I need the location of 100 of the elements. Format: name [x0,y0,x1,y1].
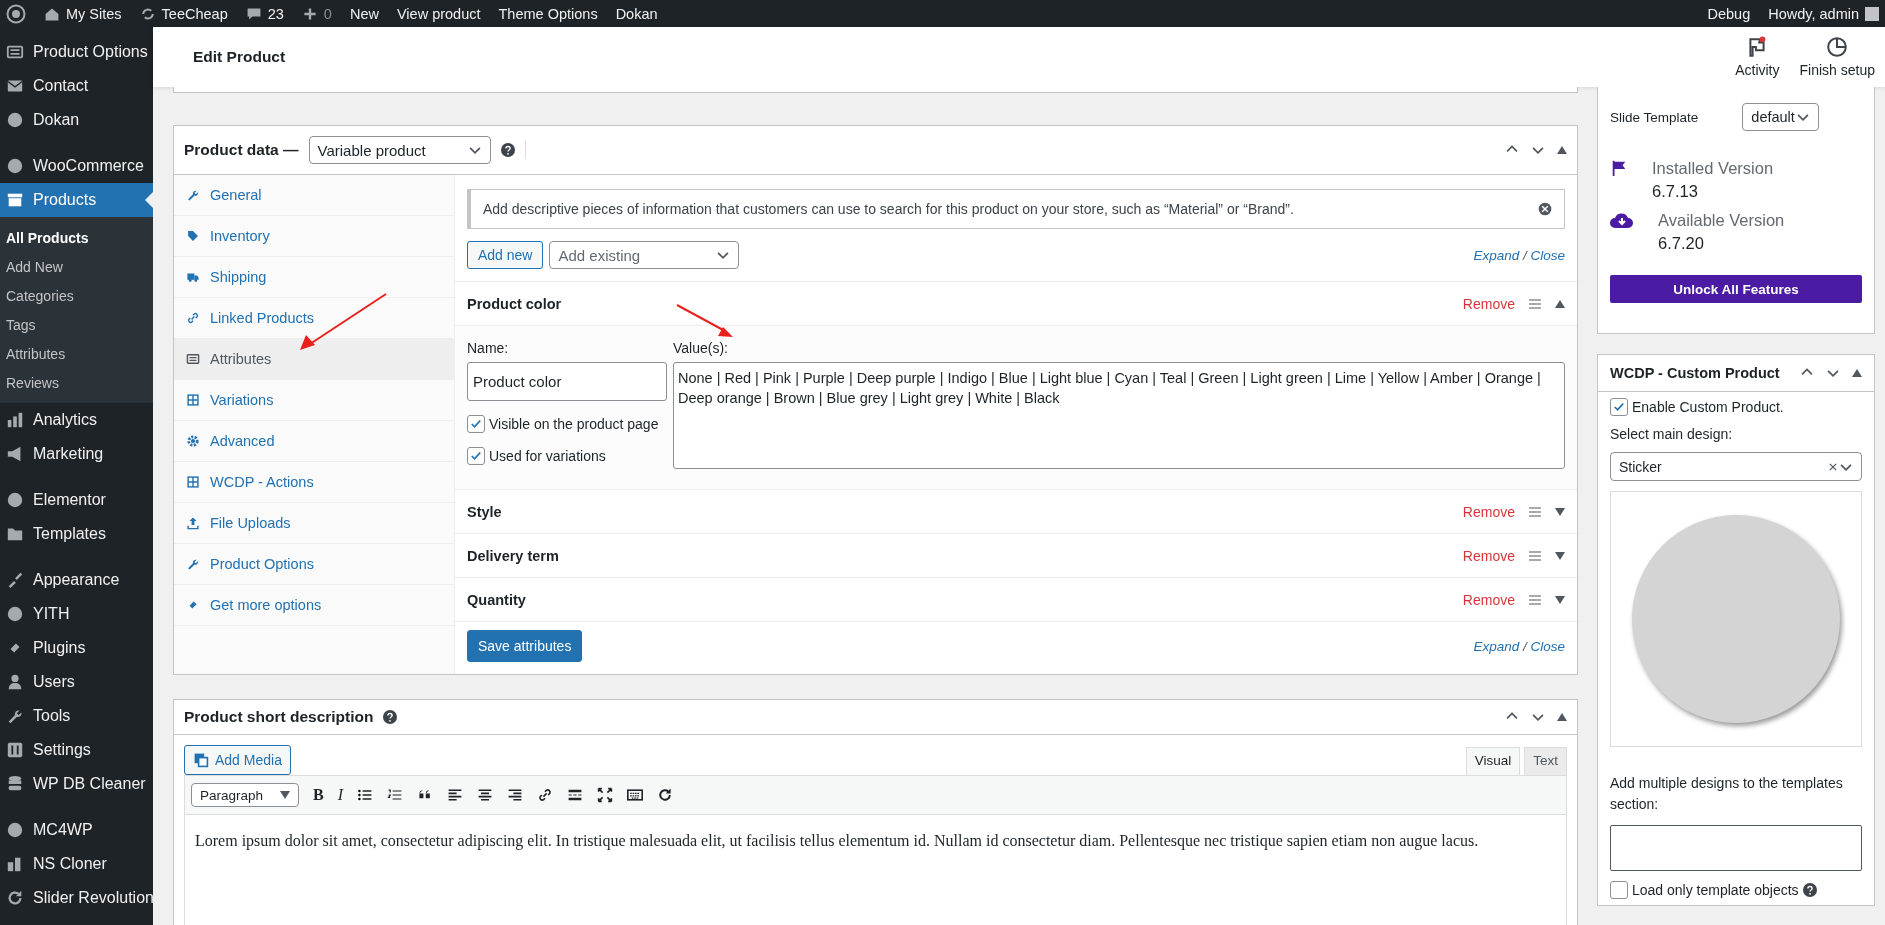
fullscreen-icon[interactable] [597,787,613,803]
help-icon[interactable] [383,710,398,724]
toggle-icon[interactable] [1555,507,1565,516]
sidebar-item[interactable]: MC4WP [0,813,153,847]
align-center-icon[interactable] [477,787,493,803]
drag-handle-icon[interactable] [1529,594,1541,605]
submenu-item[interactable]: All Products [0,223,153,252]
collapse-icon[interactable] [1557,146,1567,154]
product-data-tab[interactable]: Variations [174,380,454,421]
checkbox[interactable] [467,447,485,465]
submenu-item[interactable]: Tags [0,310,153,339]
editor-tab[interactable]: Visual [1465,747,1521,775]
sidebar-item[interactable]: Marketing [0,437,153,471]
product-data-tab[interactable]: General [174,175,454,216]
sidebar-item[interactable]: Tools [0,699,153,733]
sidebar-item[interactable]: Products [0,183,153,217]
design-select[interactable]: Sticker [1610,452,1862,481]
sidebar-item[interactable]: NS Cloner [0,847,153,881]
product-data-tab[interactable]: Product Options [174,544,454,585]
sidebar-item[interactable]: WooCommerce [0,149,153,183]
expand-link[interactable]: Expand [1473,247,1520,263]
sidebar-item[interactable]: Contact [0,69,153,103]
close-icon[interactable] [1538,202,1552,216]
remove-link[interactable]: Remove [1462,591,1515,608]
editor-tab[interactable]: Text [1524,747,1567,775]
attribute-name[interactable]: Quantity [467,591,1449,608]
sidebar-item[interactable]: Settings [0,733,153,767]
header-action[interactable]: Finish setup [1789,27,1885,87]
sidebar-item[interactable]: YITH [0,597,153,631]
drag-handle-icon[interactable] [1529,550,1541,561]
link-icon[interactable] [537,787,553,803]
admin-bar-item[interactable]: Howdy, admin [1768,5,1879,22]
add-media-button[interactable]: Add Media [184,745,291,775]
product-data-tab[interactable]: Shipping [174,257,454,298]
align-right-icon[interactable] [507,787,523,803]
product-data-tab[interactable]: WCDP - Actions [174,462,454,503]
attribute-name[interactable]: Product color [467,295,1449,312]
clear-icon[interactable] [1829,462,1837,471]
product-data-tab[interactable]: Advanced [174,421,454,462]
admin-bar-item[interactable]: TeeCheap [139,5,228,22]
toggle-icon[interactable] [1555,299,1565,308]
submenu-item[interactable]: Reviews [0,368,153,397]
caret-icon[interactable] [280,791,290,799]
admin-bar-item[interactable]: Debug [1707,5,1751,22]
admin-bar-item[interactable]: New [349,5,379,22]
admin-bar-item[interactable]: My Sites [44,5,122,22]
collapse-icon[interactable] [1557,713,1567,721]
refresh-icon[interactable] [657,787,673,803]
sidebar-item[interactable]: WP DB Cleaner [0,767,153,801]
help-icon[interactable] [500,143,515,157]
more-icon[interactable] [567,787,583,803]
sidebar-item[interactable]: Elementor [0,483,153,517]
sidebar-item[interactable]: Plugins [0,631,153,665]
sidebar-item[interactable]: Dokan [0,103,153,137]
submenu-item[interactable]: Categories [0,281,153,310]
toggle-icon[interactable] [1555,551,1565,560]
sidebar-item[interactable]: Appearance [0,563,153,597]
values-field[interactable]: None | Red | Pink | Purple | Deep purple | Indigo | Blue | Light blue | Cyan | Teal | Green | Light green | Lime | Yellow | Amber | Orange | Deep orange | Brown | Blue grey | Light grey | White | Black [673,362,1565,469]
slide-template-select[interactable]: default [1742,103,1820,131]
bullet-list-icon[interactable] [357,787,373,803]
admin-bar-item[interactable]: 0 [301,5,332,22]
checkbox[interactable] [1610,881,1628,899]
admin-bar-item[interactable]: Theme Options [498,5,598,22]
align-left-icon[interactable] [447,787,463,803]
add-existing-select[interactable]: Add existing [549,241,740,269]
attribute-name[interactable]: Style [467,503,1449,520]
checkbox[interactable] [467,415,485,433]
collapse-icon[interactable] [1852,369,1862,377]
product-data-tab[interactable]: Inventory [174,216,454,257]
sidebar-item[interactable]: Slider Revolution [0,881,153,915]
drag-handle-icon[interactable] [1529,298,1541,309]
checkbox[interactable] [1610,398,1628,416]
sidebar-item[interactable]: Analytics [0,403,153,437]
editor-content[interactable]: Lorem ipsum dolor sit amet, consectetur adipiscing elit. In tristique malesuada elit, ut facilisis tellus elementum id. Nullam id consectetur diam. Pellentesque nec tristique sapien etiam non augue lacus. [184,815,1567,925]
format-select[interactable]: Paragraph [191,783,299,807]
drag-handle-icon[interactable] [1529,506,1541,517]
admin-bar-item[interactable]: Dokan [615,5,658,22]
product-type-select[interactable]: Variable product [308,136,491,164]
expand-link[interactable]: Expand [1473,638,1520,654]
sidebar-item[interactable]: Templates [0,517,153,551]
close-link[interactable]: Close [1530,247,1565,263]
toggle-icon[interactable] [1555,595,1565,604]
remove-link[interactable]: Remove [1462,295,1515,312]
admin-bar-item[interactable]: View product [396,5,481,22]
sidebar-item[interactable]: Product Options [0,35,153,69]
sidebar-item[interactable]: Users [0,665,153,699]
keyboard-icon[interactable] [627,787,643,803]
header-action[interactable]: Activity [1725,27,1790,87]
admin-bar-item[interactable]: 23 [245,5,284,22]
remove-link[interactable]: Remove [1462,547,1515,564]
wordpress-logo-icon[interactable] [6,3,26,24]
submenu-item[interactable]: Add New [0,252,153,281]
close-link[interactable]: Close [1530,638,1565,654]
submenu-item[interactable]: Attributes [0,339,153,368]
product-data-tab[interactable]: Attributes [174,339,454,380]
unlock-button[interactable]: Unlock All Features [1610,275,1862,303]
format-button[interactable]: B [313,786,324,804]
product-data-tab[interactable]: Get more options [174,585,454,626]
attribute-name[interactable]: Delivery term [467,547,1449,564]
name-field[interactable]: Product color [467,362,667,401]
